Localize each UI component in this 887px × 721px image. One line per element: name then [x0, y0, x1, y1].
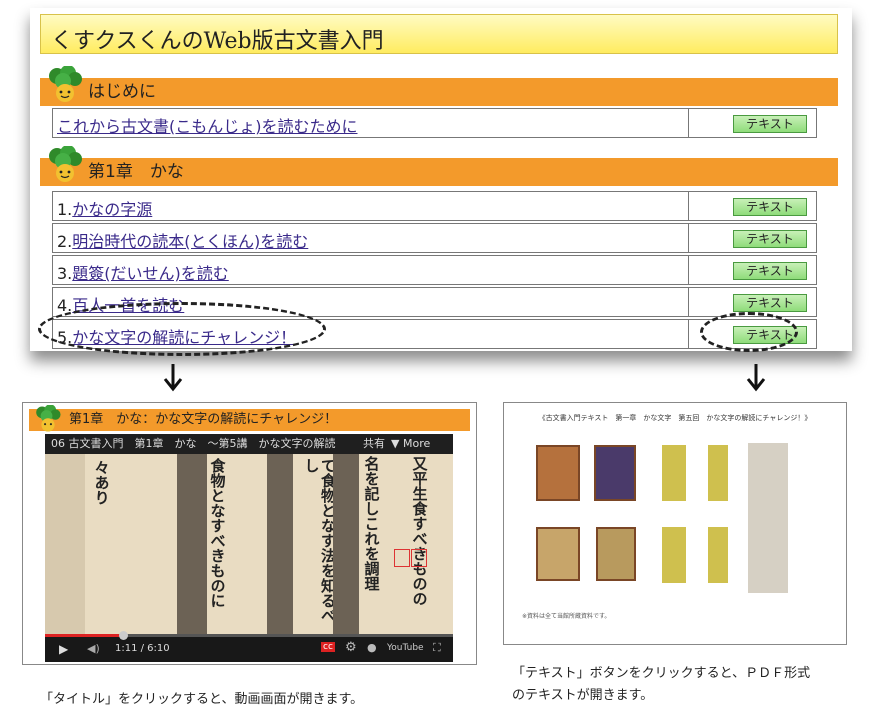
video-screen-preview: 第1章 かな：かな文字の解読にチャレンジ！ 06 古文書入門 第1章 かな ～第…	[22, 402, 477, 665]
scroll-page	[267, 454, 293, 634]
cell-divider	[688, 192, 689, 220]
karuta-card-image	[596, 527, 636, 581]
chapter-link-3[interactable]: 3.題簽(だいせん)を読む	[57, 260, 229, 284]
chapter-link-text[interactable]: 題簽(だいせん)を読む	[72, 264, 229, 283]
chapter-link-2[interactable]: 2.明治時代の読本(とくほん)を読む	[57, 228, 308, 252]
arrow-down-icon	[163, 364, 183, 392]
intro-link-text[interactable]: これから古文書(こもんじょ)を読むために	[57, 117, 358, 136]
pdf-footnote: ※資料は全て当館所蔵資料です。	[522, 613, 611, 620]
text-button-3[interactable]: テキスト	[733, 262, 807, 280]
text-column: 名を記しこれを調理	[363, 456, 380, 591]
scroll-page	[45, 454, 85, 634]
gear-icon[interactable]: ⚙	[345, 640, 357, 655]
cell-divider	[688, 109, 689, 137]
text-column: 食物となすべきものに	[209, 458, 226, 608]
scroll-page	[177, 454, 207, 634]
page-title: くすクスくんのWeb版古文書入門	[40, 14, 838, 54]
chapter-row-2: 2.明治時代の読本(とくほん)を読む テキスト	[52, 223, 817, 253]
section-title-intro: はじめに	[88, 82, 156, 102]
player-control-bar: ▶ ◀) 1:11 / 6:10 cc ⚙ ● YouTube ⛶	[45, 631, 453, 662]
intro-link[interactable]: これから古文書(こもんじょ)を読むために	[57, 113, 358, 137]
text-button-4[interactable]: テキスト	[733, 294, 807, 312]
cell-divider	[688, 224, 689, 252]
progress-scrubber[interactable]	[118, 631, 128, 640]
intro-row: これから古文書(こもんじょ)を読むために テキスト	[52, 108, 817, 138]
section-title-chapter1: 第1章 かな	[88, 162, 184, 182]
video-caption: 「タイトル」をクリックすると、動画画面が開きます。	[40, 692, 364, 707]
captions-button[interactable]: cc	[321, 642, 335, 652]
tanzaku-image	[708, 445, 728, 501]
manuscript-image	[748, 443, 788, 593]
scroll-page: 又平生食すべきものの 名を記しこれを調理	[359, 454, 453, 634]
mascot-icon	[49, 66, 82, 102]
text-column: 々あり	[92, 460, 111, 505]
scroll-page: 食物となすべきものに	[207, 454, 267, 634]
karuta-card-image	[536, 527, 580, 581]
button-highlight-oval	[700, 312, 798, 352]
karuta-card-image	[536, 445, 580, 501]
video-player[interactable]: 06 古文書入門 第1章 かな ～第5講 かな文字の解読 共有 ▼ More i…	[45, 434, 453, 662]
text-button-2[interactable]: テキスト	[733, 230, 807, 248]
player-title-bar: 06 古文書入門 第1章 かな ～第5講 かな文字の解読 共有 ▼ More i…	[45, 434, 453, 470]
quality-icon[interactable]: ●	[367, 641, 377, 654]
highlight-box	[411, 549, 427, 567]
chapter-row-1: 1.かなの字源 テキスト	[52, 191, 817, 221]
fullscreen-icon[interactable]: ⛶	[433, 641, 441, 655]
text-column: 又平生食すべきものの	[411, 456, 428, 606]
tanzaku-image	[708, 527, 728, 583]
section-header-chapter1: 第1章 かな	[40, 146, 838, 186]
section-header-intro: はじめに	[40, 66, 838, 106]
scroll-page: て食物となす法を知るべし	[293, 454, 336, 634]
time-display: 1:11 / 6:10	[115, 643, 170, 654]
text-column: て食物となす法を知るべし	[303, 458, 336, 623]
pdf-caption-line2: のテキストが開きます。	[512, 688, 654, 703]
volume-icon[interactable]: ◀)	[87, 642, 100, 655]
youtube-logo[interactable]: YouTube	[387, 643, 424, 653]
karuta-card-image	[594, 445, 636, 501]
player-title[interactable]: 06 古文書入門 第1章 かな ～第5講 かな文字の解読	[51, 437, 336, 450]
mascot-icon	[49, 146, 82, 182]
course-panel: くすクスくんのWeb版古文書入門 はじめに これから古文書(こもんじょ)を読むた…	[30, 8, 852, 351]
pdf-text-preview: 《古文書入門テキスト 第一章 かな文字 第五回 かな文字の解読にチャレンジ！》 …	[503, 402, 847, 645]
video-panel-header: 第1章 かな：かな文字の解読にチャレンジ！	[29, 405, 470, 432]
tanzaku-image	[662, 527, 686, 583]
title-highlight-oval	[38, 302, 326, 356]
row-number: 3.	[57, 264, 73, 283]
highlight-box	[394, 549, 410, 567]
tanzaku-image	[662, 445, 686, 501]
chapter-link-1[interactable]: 1.かなの字源	[57, 196, 152, 220]
arrow-down-icon	[746, 364, 766, 392]
cell-divider	[688, 320, 689, 348]
pdf-caption-line1: 「テキスト」ボタンをクリックすると、ＰＤＦ形式	[512, 666, 811, 681]
progress-fill	[45, 634, 123, 637]
cell-divider	[688, 288, 689, 316]
share-button[interactable]: 共有	[363, 434, 385, 454]
row-number: 2.	[57, 232, 73, 251]
scroll-page	[333, 454, 359, 634]
text-button-1[interactable]: テキスト	[733, 198, 807, 216]
scroll-page: 々あり	[85, 454, 177, 634]
pdf-title: 《古文書入門テキスト 第一章 かな文字 第五回 かな文字の解読にチャレンジ！》	[538, 414, 812, 422]
chapter-link-text[interactable]: 明治時代の読本(とくほん)を読む	[72, 232, 308, 251]
chapter-row-3: 3.題簽(だいせん)を読む テキスト	[52, 255, 817, 285]
mascot-icon	[36, 405, 61, 432]
play-icon[interactable]: ▶	[59, 642, 68, 656]
video-panel-title: 第1章 かな：かな文字の解読にチャレンジ！	[69, 412, 338, 427]
chapter-link-text[interactable]: かなの字源	[72, 200, 152, 219]
cell-divider	[688, 256, 689, 284]
intro-text-button[interactable]: テキスト	[733, 115, 807, 133]
row-number: 1.	[57, 200, 73, 219]
